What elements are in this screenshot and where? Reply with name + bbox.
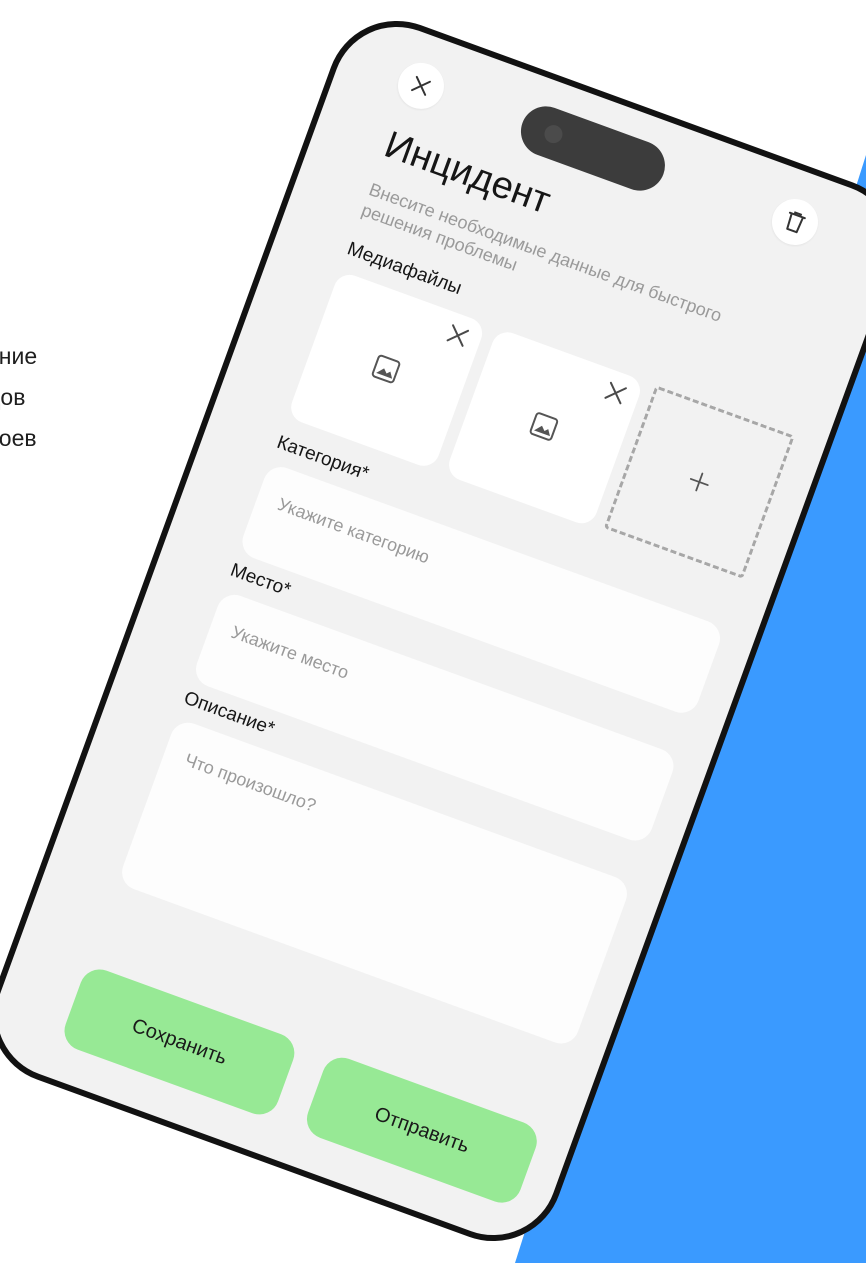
category-placeholder: Укажите категорию [275, 493, 433, 568]
side-caption-line-3: стоев [0, 425, 37, 451]
delete-button[interactable] [765, 192, 825, 252]
description-placeholder: Что произошло? [182, 749, 319, 816]
image-icon [371, 354, 401, 384]
front-camera [541, 122, 566, 146]
close-icon [411, 75, 431, 96]
image-icon [529, 412, 559, 441]
remove-icon[interactable] [444, 321, 472, 349]
remove-icon[interactable] [602, 379, 630, 407]
trash-icon [786, 211, 806, 234]
plus-icon [689, 472, 709, 492]
save-button[interactable]: Сохранить [58, 963, 300, 1121]
send-button[interactable]: Отправить [301, 1052, 543, 1209]
side-caption-line-2: дов [0, 384, 26, 410]
side-caption: ение дов стоев [0, 336, 140, 459]
side-caption-line-1: ение [0, 343, 38, 369]
close-button[interactable] [391, 56, 451, 116]
place-placeholder: Укажите место [228, 621, 352, 683]
